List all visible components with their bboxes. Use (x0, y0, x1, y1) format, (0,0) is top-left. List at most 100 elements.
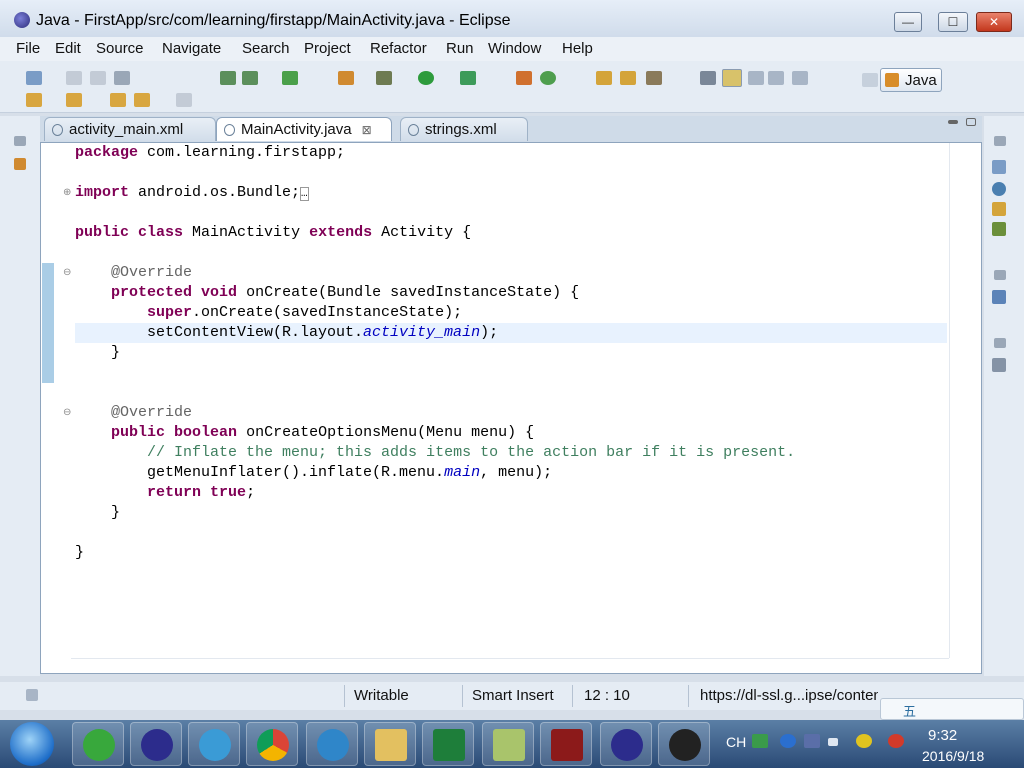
new-file-icon[interactable] (26, 71, 42, 85)
task-list-icon[interactable] (992, 160, 1006, 174)
close-tab-icon[interactable]: ⊠ (362, 123, 372, 137)
block-selection-icon[interactable] (768, 71, 784, 85)
problems-icon[interactable] (992, 358, 1006, 372)
taskbar-app-chrome[interactable] (246, 722, 298, 766)
ime-toolbar[interactable]: 五 (880, 698, 1024, 720)
show-whitespace-icon[interactable] (792, 71, 808, 85)
vertical-scrollbar[interactable] (949, 143, 967, 658)
declaration-icon[interactable] (992, 202, 1006, 216)
taskbar-app-eclipse[interactable] (130, 722, 182, 766)
horizontal-scrollbar[interactable] (71, 658, 949, 674)
start-button[interactable] (10, 722, 54, 766)
toggle-breadcrumb-icon[interactable] (748, 71, 764, 85)
code-editor[interactable]: ⊕ ⊖ ⊖ package com.learning.firstapp; imp… (40, 142, 982, 674)
maximize-button[interactable]: ☐ (938, 12, 968, 32)
previous-annotation-icon[interactable] (66, 93, 82, 107)
internet-explorer-icon (83, 729, 115, 761)
code-line-21: } (75, 544, 85, 561)
menu-edit[interactable]: Edit (55, 40, 81, 57)
console-icon[interactable] (992, 222, 1006, 236)
taskbar-app-excel[interactable] (422, 722, 474, 766)
taskbar-app-eclipse-2[interactable] (600, 722, 652, 766)
save-icon[interactable] (66, 71, 82, 85)
status-divider (344, 685, 345, 707)
minimize-editor-icon[interactable] (948, 120, 958, 124)
next-annotation-icon[interactable] (26, 93, 42, 107)
ime-tray-icon[interactable] (752, 734, 768, 748)
tab-activity-main-xml[interactable]: activity_main.xml (44, 117, 216, 141)
java-file-icon (224, 124, 235, 136)
new-class-icon[interactable] (540, 71, 556, 85)
run-icon[interactable] (418, 71, 434, 85)
show-hidden-icons-icon[interactable] (828, 738, 838, 746)
minimize-button[interactable]: — (894, 12, 922, 32)
editor-gutter (41, 143, 71, 658)
clock-date[interactable]: 2016/9/18 (922, 748, 984, 764)
fast-view-icon[interactable] (26, 689, 38, 701)
restore-icon[interactable] (994, 136, 1006, 146)
excel-icon (433, 729, 465, 761)
external-tools-icon[interactable] (460, 71, 476, 85)
network-status-icon[interactable] (856, 734, 872, 748)
menu-navigate[interactable]: Navigate (162, 40, 221, 57)
menu-help[interactable]: Help (562, 40, 593, 57)
search-icon[interactable] (646, 71, 662, 85)
toggle-mark-occurrences-icon[interactable] (700, 71, 716, 85)
restore-icon[interactable] (994, 338, 1006, 348)
maximize-editor-icon[interactable] (966, 118, 976, 126)
last-edit-icon[interactable] (110, 93, 126, 107)
video-recorder-icon (551, 729, 583, 761)
menu-file[interactable]: File (16, 40, 40, 57)
eclipse-logo-icon (14, 12, 30, 28)
save-all-icon[interactable] (90, 71, 106, 85)
forward-icon[interactable] (176, 93, 192, 107)
taskbar-app-recorder[interactable] (540, 722, 592, 766)
taskbar-app-network[interactable] (188, 722, 240, 766)
collapse-fold-icon[interactable]: ⊖ (63, 407, 71, 418)
volume-muted-icon[interactable] (888, 734, 904, 748)
android-avd-icon[interactable] (338, 71, 354, 85)
taskbar-app-notes[interactable] (482, 722, 534, 766)
taskbar-app-amd[interactable] (658, 722, 710, 766)
android-sdk-icon[interactable] (242, 71, 258, 85)
menu-search[interactable]: Search (242, 40, 290, 57)
restore-icon[interactable] (994, 270, 1006, 280)
debug-icon[interactable] (376, 71, 392, 85)
javadoc-icon[interactable] (992, 182, 1006, 196)
restore-icon[interactable] (14, 136, 26, 146)
help-tray-icon[interactable] (780, 734, 796, 748)
menu-source[interactable]: Source (96, 40, 144, 57)
tab-strings-xml[interactable]: strings.xml (400, 117, 528, 141)
taskbar-app-explorer[interactable] (364, 722, 416, 766)
menu-project[interactable]: Project (304, 40, 351, 57)
back-icon[interactable] (134, 93, 150, 107)
tab-main-activity-java[interactable]: MainActivity.java ⊠ (216, 117, 392, 141)
expand-fold-icon[interactable]: ⊕ (63, 187, 71, 198)
status-writable: Writable (354, 687, 409, 704)
menu-window[interactable]: Window (488, 40, 541, 57)
collapse-fold-icon[interactable]: ⊖ (63, 267, 71, 278)
close-button[interactable]: ✕ (976, 12, 1012, 32)
java-perspective-button[interactable]: Java (880, 68, 942, 92)
taskbar-app-cloud[interactable] (306, 722, 358, 766)
input-language-indicator[interactable]: CH (726, 734, 746, 750)
highlight-icon[interactable] (722, 69, 742, 87)
code-line-10: setContentView(R.layout.activity_main); (75, 324, 499, 341)
clock-time[interactable]: 9:32 (928, 727, 957, 744)
notes-icon (493, 729, 525, 761)
menu-run[interactable]: Run (446, 40, 474, 57)
taskbar-app-ie[interactable] (72, 722, 124, 766)
outline-icon[interactable] (992, 290, 1006, 304)
open-perspective-icon[interactable] (862, 73, 878, 87)
import-icon[interactable] (220, 71, 236, 85)
menu-refactor[interactable]: Refactor (370, 40, 427, 57)
open-folder-icon[interactable] (620, 71, 636, 85)
checkbox-icon[interactable] (282, 71, 298, 85)
package-explorer-icon[interactable] (14, 158, 26, 170)
new-package-icon[interactable] (516, 71, 532, 85)
print-icon[interactable] (114, 71, 130, 85)
open-type-icon[interactable] (596, 71, 612, 85)
status-progress-url[interactable]: https://dl-ssl.g...ipse/content.xml (700, 687, 878, 704)
code-line-15: public boolean onCreateOptionsMenu(Menu … (111, 424, 535, 441)
keyboard-tray-icon[interactable] (804, 734, 820, 748)
